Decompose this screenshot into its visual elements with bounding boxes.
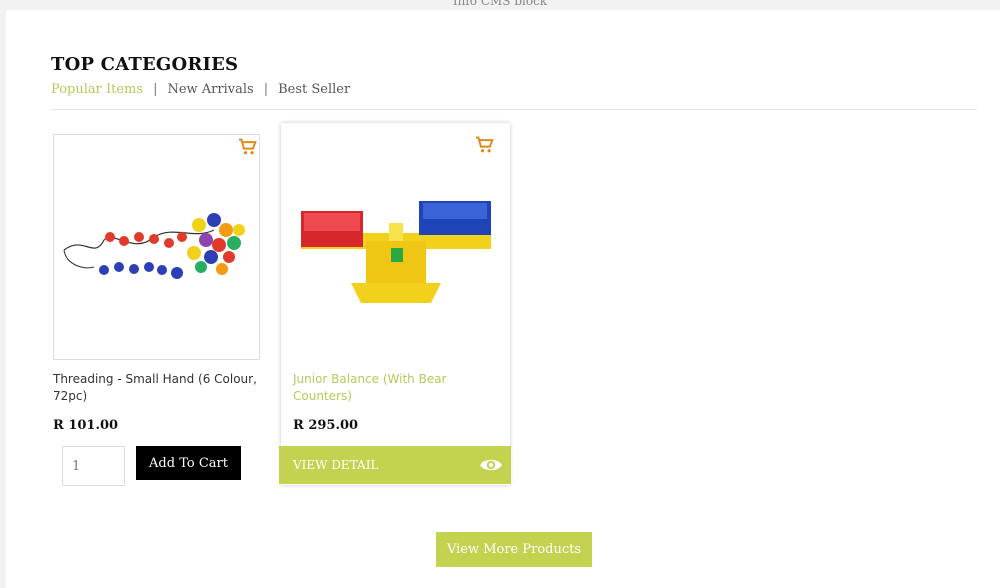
cart-icon[interactable] [238, 138, 258, 156]
product-price: R 295.00 [293, 418, 359, 433]
product-title[interactable]: Threading - Small Hand (6 Colour, 72pc) [53, 371, 268, 405]
section-heading: TOP CATEGORIES [51, 54, 239, 75]
cart-icon[interactable] [475, 136, 495, 154]
category-tabs: Popular Items | New Arrivals | Best Sell… [51, 82, 350, 97]
cms-block-note: Info CMS block [452, 0, 548, 8]
content-panel: TOP CATEGORIES Popular Items | New Arriv… [6, 10, 1000, 588]
product-title[interactable]: Junior Balance (With Bear Counters) [293, 371, 503, 405]
section-divider [51, 109, 977, 110]
eye-icon[interactable] [479, 456, 503, 474]
balance-toy-image [301, 201, 491, 303]
tab-popular-items[interactable]: Popular Items [51, 82, 143, 97]
add-to-cart-button[interactable]: Add To Cart [136, 446, 241, 480]
tab-separator: | [263, 82, 269, 97]
tab-separator: | [153, 82, 158, 97]
product-image-threading[interactable] [53, 134, 260, 360]
threading-toy-image [63, 213, 245, 279]
view-more-products-button[interactable]: View More Products [436, 532, 592, 567]
product-card-junior-balance[interactable]: Junior Balance (With Bear Counters) R 29… [279, 123, 511, 485]
tab-best-seller[interactable]: Best Seller [278, 82, 350, 97]
view-detail-label: VIEW DETAIL [293, 458, 379, 472]
tab-new-arrivals[interactable]: New Arrivals [167, 82, 253, 97]
product-price: R 101.00 [53, 418, 119, 433]
quantity-input[interactable] [62, 446, 125, 486]
view-detail-button[interactable]: VIEW DETAIL [279, 446, 511, 484]
